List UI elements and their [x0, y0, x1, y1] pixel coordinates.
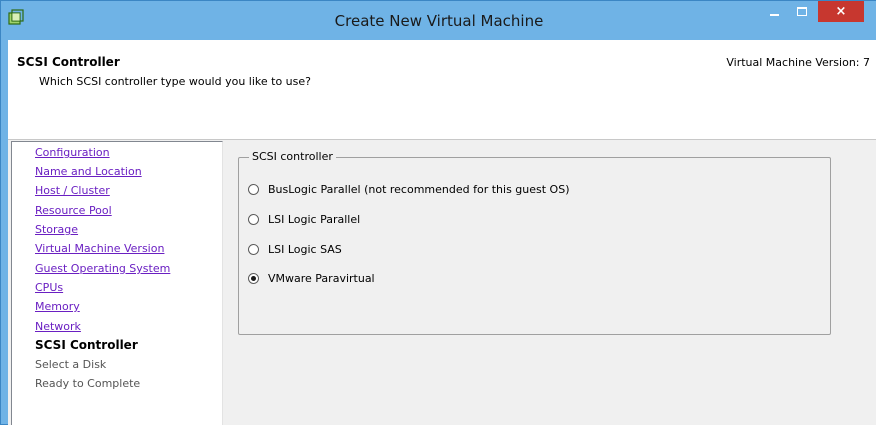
header-divider	[8, 120, 876, 140]
vm-version-label: Virtual Machine Version: 7	[726, 56, 870, 69]
radio-vmware-paravirtual[interactable]: VMware Paravirtual	[248, 271, 375, 285]
radio-lsi-logic-sas[interactable]: LSI Logic SAS	[248, 242, 342, 256]
step-subtitle: Which SCSI controller type would you lik…	[39, 75, 311, 88]
radio-label[interactable]: VMware Paravirtual	[268, 272, 375, 285]
close-button[interactable]: ×	[818, 1, 864, 22]
radio-selected-dot	[251, 275, 256, 281]
radio-lsi-logic-parallel[interactable]: LSI Logic Parallel	[248, 212, 360, 226]
scsi-group-legend: SCSI controller	[249, 150, 336, 163]
nav-step-scsi-controller: SCSI Controller	[35, 338, 138, 352]
nav-step-host-cluster[interactable]: Host / Cluster	[35, 184, 110, 197]
wizard-header: SCSI Controller Which SCSI controller ty…	[8, 40, 876, 120]
nav-step-network[interactable]: Network	[35, 320, 81, 333]
radio-button-selected[interactable]	[248, 272, 259, 284]
step-title: SCSI Controller	[17, 55, 120, 69]
nav-step-ready: Ready to Complete	[35, 377, 141, 390]
radio-label[interactable]: BusLogic Parallel (not recommended for t…	[268, 183, 570, 196]
radio-button[interactable]	[248, 183, 259, 195]
radio-button[interactable]	[248, 243, 259, 255]
radio-button[interactable]	[248, 213, 259, 225]
nav-step-cpus[interactable]: CPUs	[35, 281, 63, 294]
nav-step-select-disk: Select a Disk	[35, 358, 107, 371]
minimize-button[interactable]	[761, 1, 787, 22]
nav-step-storage[interactable]: Storage	[35, 223, 78, 236]
maximize-button[interactable]	[789, 1, 815, 22]
nav-step-guest-os[interactable]: Guest Operating System	[35, 262, 170, 275]
nav-step-configuration[interactable]: Configuration	[35, 146, 110, 159]
nav-step-vm-version[interactable]: Virtual Machine Version	[35, 242, 164, 255]
radio-buslogic-parallel[interactable]: BusLogic Parallel (not recommended for t…	[248, 182, 570, 196]
maximize-icon	[797, 7, 807, 16]
radio-label[interactable]: LSI Logic Parallel	[268, 213, 360, 226]
window-title: Create New Virtual Machine	[334, 12, 544, 30]
radio-label[interactable]: LSI Logic SAS	[268, 243, 342, 256]
nav-step-resource-pool[interactable]: Resource Pool	[35, 204, 112, 217]
nav-step-name-and-location[interactable]: Name and Location	[35, 165, 142, 178]
minimize-icon	[769, 13, 779, 16]
close-icon: ×	[835, 4, 847, 19]
title-bar[interactable]: Create New Virtual Machine ×	[1, 1, 876, 41]
nav-step-memory[interactable]: Memory	[35, 300, 80, 313]
